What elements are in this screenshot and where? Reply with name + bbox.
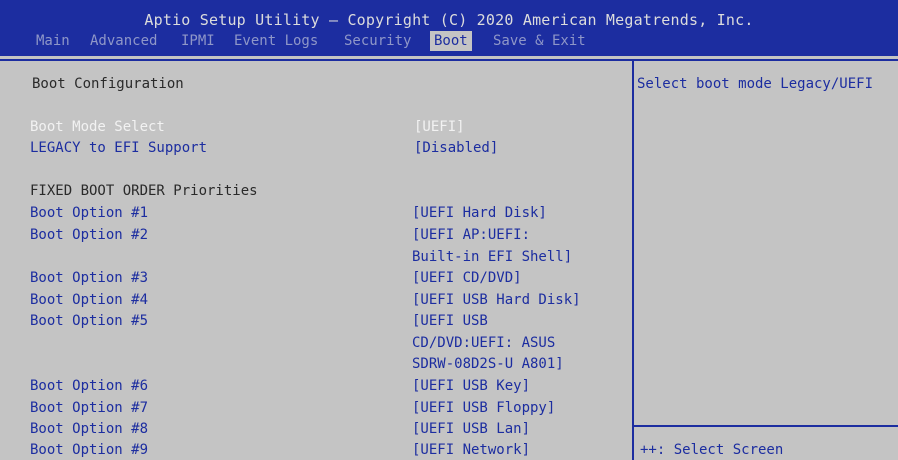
boot-option-7-label[interactable]: Boot Option #7 <box>30 398 148 418</box>
boot-option-4-label[interactable]: Boot Option #4 <box>30 290 148 310</box>
boot-option-9-value[interactable]: [UEFI Network] <box>412 440 530 460</box>
boot-order-title: FIXED BOOT ORDER Priorities <box>30 183 258 199</box>
tab-bar: Main Advanced IPMI Event Logs Security B… <box>0 31 898 51</box>
app-title: Aptio Setup Utility – Copyright (C) 2020… <box>144 11 754 29</box>
tab-security[interactable]: Security <box>340 31 415 51</box>
boot-option-4-value[interactable]: [UEFI USB Hard Disk] <box>412 290 581 310</box>
help-divider <box>634 425 898 427</box>
legacy-to-efi-value[interactable]: [Disabled] <box>414 138 498 158</box>
header-bar: Aptio Setup Utility – Copyright (C) 2020… <box>0 0 898 56</box>
key-hint-select-screen: ++: Select Screen <box>640 442 784 458</box>
boot-option-2-value-line-1[interactable]: [UEFI AP:UEFI: <box>412 225 530 245</box>
boot-option-1-value[interactable]: [UEFI Hard Disk] <box>412 203 547 223</box>
tab-boot[interactable]: Boot <box>430 31 472 51</box>
panel-divider <box>632 61 634 460</box>
boot-option-3-label[interactable]: Boot Option #3 <box>30 268 148 288</box>
boot-option-5-value-line-2[interactable]: CD/DVD:UEFI: ASUS <box>412 333 555 353</box>
help-description: Select boot mode Legacy/UEFI <box>637 76 874 92</box>
boot-mode-select-label[interactable]: Boot Mode Select <box>30 117 165 137</box>
tab-ipmi[interactable]: IPMI <box>177 31 219 51</box>
tab-event-logs[interactable]: Event Logs <box>230 31 322 51</box>
boot-option-3-value[interactable]: [UEFI CD/DVD] <box>412 268 522 288</box>
boot-option-6-label[interactable]: Boot Option #6 <box>30 376 148 396</box>
boot-option-5-label[interactable]: Boot Option #5 <box>30 311 148 331</box>
boot-option-1-label[interactable]: Boot Option #1 <box>30 203 148 223</box>
top-divider <box>0 59 898 61</box>
tab-advanced[interactable]: Advanced <box>86 31 161 51</box>
boot-option-2-label[interactable]: Boot Option #2 <box>30 225 148 245</box>
boot-option-5-value-line-1[interactable]: [UEFI USB <box>412 311 488 331</box>
boot-option-8-value[interactable]: [UEFI USB Lan] <box>412 419 530 439</box>
tab-save-exit[interactable]: Save & Exit <box>489 31 590 51</box>
boot-option-9-label[interactable]: Boot Option #9 <box>30 440 148 460</box>
tab-main[interactable]: Main <box>32 31 74 51</box>
boot-option-8-label[interactable]: Boot Option #8 <box>30 419 148 439</box>
legacy-to-efi-label[interactable]: LEGACY to EFI Support <box>30 138 207 158</box>
boot-option-7-value[interactable]: [UEFI USB Floppy] <box>412 398 555 418</box>
boot-option-6-value[interactable]: [UEFI USB Key] <box>412 376 530 396</box>
section-title: Boot Configuration <box>32 76 184 92</box>
boot-option-2-value-line-2[interactable]: Built-in EFI Shell] <box>412 247 572 267</box>
boot-option-5-value-line-3[interactable]: SDRW-08D2S-U A801] <box>412 354 564 374</box>
boot-mode-select-value[interactable]: [UEFI] <box>414 117 465 137</box>
